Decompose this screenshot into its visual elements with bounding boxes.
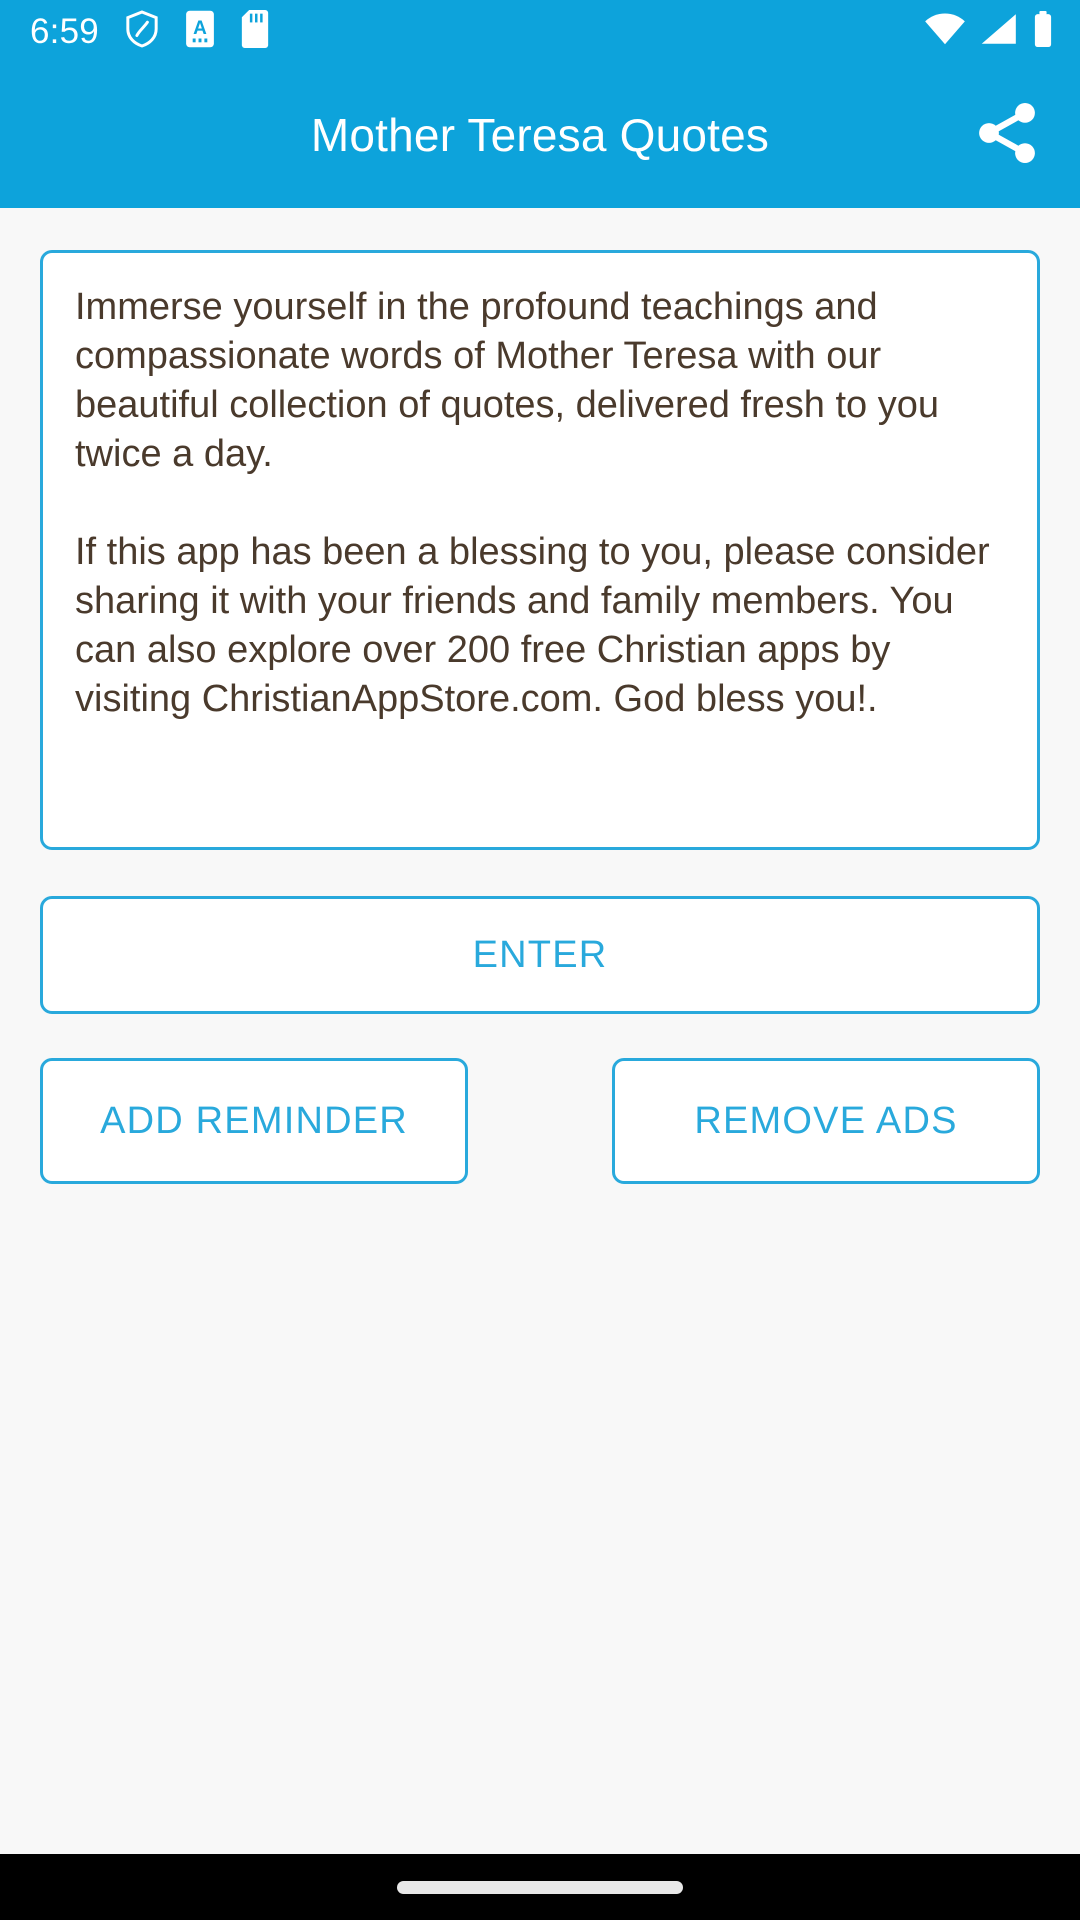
- status-bar: 6:59 A: [0, 0, 1080, 62]
- phone-screen: 6:59 A Mother Teresa Quotes Immerse your…: [0, 0, 1080, 1920]
- app-bar: Mother Teresa Quotes: [0, 62, 1080, 208]
- share-icon: [971, 97, 1043, 174]
- secondary-button-row: ADD REMINDER REMOVE ADS: [40, 1058, 1040, 1184]
- enter-button[interactable]: ENTER: [40, 896, 1040, 1014]
- wifi-icon: [924, 12, 966, 50]
- add-reminder-button[interactable]: ADD REMINDER: [40, 1058, 468, 1184]
- status-bar-left-group: 6:59 A: [30, 9, 269, 53]
- main-content: Immerse yourself in the profound teachin…: [0, 208, 1080, 1854]
- status-bar-right-group: [924, 10, 1054, 52]
- intro-paragraph-1: Immerse yourself in the profound teachin…: [75, 286, 939, 475]
- sd-card-icon: [241, 9, 269, 53]
- intro-card: Immerse yourself in the profound teachin…: [40, 250, 1040, 850]
- intro-paragraph-2: If this app has been a blessing to you, …: [75, 531, 990, 720]
- system-navigation-bar: [0, 1854, 1080, 1920]
- letter-a-badge-icon: A: [185, 10, 215, 53]
- status-bar-clock: 6:59: [30, 11, 99, 51]
- cellular-signal-icon: [979, 13, 1019, 50]
- shield-icon: [125, 9, 159, 53]
- page-title: Mother Teresa Quotes: [310, 109, 770, 161]
- home-gesture-pill[interactable]: [397, 1880, 683, 1894]
- remove-ads-button[interactable]: REMOVE ADS: [612, 1058, 1040, 1184]
- share-button[interactable]: [968, 96, 1046, 174]
- battery-full-icon: [1032, 10, 1054, 52]
- svg-text:A: A: [193, 18, 207, 39]
